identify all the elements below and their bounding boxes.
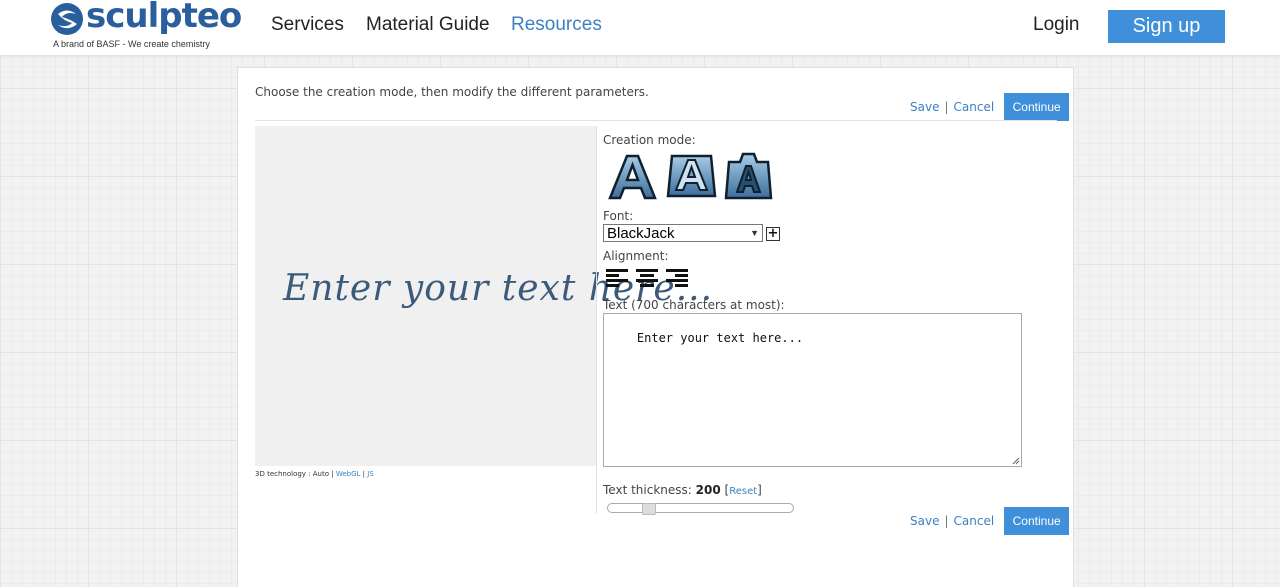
engraved-block-icon[interactable] bbox=[722, 150, 775, 203]
nav-resources[interactable]: Resources bbox=[511, 14, 602, 36]
chevron-down-icon: ▼ bbox=[750, 228, 759, 238]
logo-tagline: A brand of BASF - We create chemistry bbox=[53, 39, 210, 49]
align-center-icon[interactable] bbox=[636, 268, 658, 288]
intro-text: Choose the creation mode, then modify th… bbox=[255, 85, 649, 99]
column-divider bbox=[596, 126, 597, 514]
tech-selector: 3D technology : Auto | WebGL | JS bbox=[255, 470, 374, 478]
sculpteo-logo[interactable]: sculpteo A brand of BASF - We create che… bbox=[50, 0, 242, 52]
creation-mode-options bbox=[606, 150, 775, 203]
site-header: sculpteo A brand of BASF - We create che… bbox=[0, 0, 1280, 56]
logo-wordmark: sculpteo bbox=[86, 0, 242, 36]
logo-swirl-icon bbox=[51, 3, 83, 35]
nav-services[interactable]: Services bbox=[271, 14, 344, 36]
text-field-label: Text (700 characters at most): bbox=[603, 298, 785, 312]
login-link[interactable]: Login bbox=[1033, 14, 1080, 36]
continue-button-top[interactable]: Continue bbox=[1004, 93, 1070, 121]
align-right-icon[interactable] bbox=[666, 268, 688, 288]
action-separator-bottom: | bbox=[944, 514, 949, 528]
extruded-letter-icon[interactable] bbox=[606, 150, 659, 203]
signup-button[interactable]: Sign up bbox=[1108, 10, 1225, 43]
bottom-actions: Save | Cancel Continue bbox=[910, 507, 1070, 535]
preview-canvas[interactable]: Enter your text here... bbox=[255, 126, 712, 466]
text-input-value: Enter your text here... bbox=[636, 331, 804, 345]
font-select[interactable]: BlackJack ▼ bbox=[603, 224, 763, 242]
creation-mode-label: Creation mode: bbox=[603, 133, 696, 147]
text-input[interactable]: Enter your text here... bbox=[603, 313, 1022, 467]
cancel-link-bottom[interactable]: Cancel bbox=[954, 514, 995, 528]
font-select-value: BlackJack bbox=[607, 224, 675, 242]
alignment-label: Alignment: bbox=[603, 249, 669, 263]
thickness-value: 200 bbox=[695, 483, 721, 497]
font-label: Font: bbox=[603, 209, 634, 223]
embossed-plate-icon[interactable] bbox=[664, 150, 717, 203]
top-actions: Save | Cancel Continue bbox=[910, 93, 1070, 121]
thickness-slider[interactable] bbox=[607, 503, 794, 515]
thickness-label: Text thickness: bbox=[603, 483, 692, 497]
save-link-bottom[interactable]: Save bbox=[910, 514, 939, 528]
thickness-slider-thumb[interactable] bbox=[642, 503, 656, 515]
add-font-button[interactable]: + bbox=[766, 227, 780, 241]
webgl-link[interactable]: WebGL bbox=[336, 470, 361, 478]
action-separator: | bbox=[944, 100, 949, 114]
reset-bracket-close: ] bbox=[757, 483, 762, 497]
divider bbox=[255, 120, 1057, 121]
js-link[interactable]: JS bbox=[367, 470, 374, 478]
continue-button-bottom[interactable]: Continue bbox=[1004, 507, 1070, 535]
tech-label: 3D technology : Auto | bbox=[255, 470, 334, 478]
alignment-options bbox=[606, 268, 688, 288]
nav-material-guide[interactable]: Material Guide bbox=[366, 14, 490, 36]
text-editor-panel: Choose the creation mode, then modify th… bbox=[237, 67, 1074, 587]
cancel-link-top[interactable]: Cancel bbox=[954, 100, 995, 114]
save-link-top[interactable]: Save bbox=[910, 100, 939, 114]
tech-separator: | bbox=[362, 470, 366, 478]
thickness-reset-link[interactable]: Reset bbox=[729, 486, 757, 497]
align-left-icon[interactable] bbox=[606, 268, 628, 288]
thickness-row: Text thickness: 200 [Reset] bbox=[603, 483, 762, 497]
resize-grip-icon[interactable] bbox=[1012, 457, 1020, 465]
